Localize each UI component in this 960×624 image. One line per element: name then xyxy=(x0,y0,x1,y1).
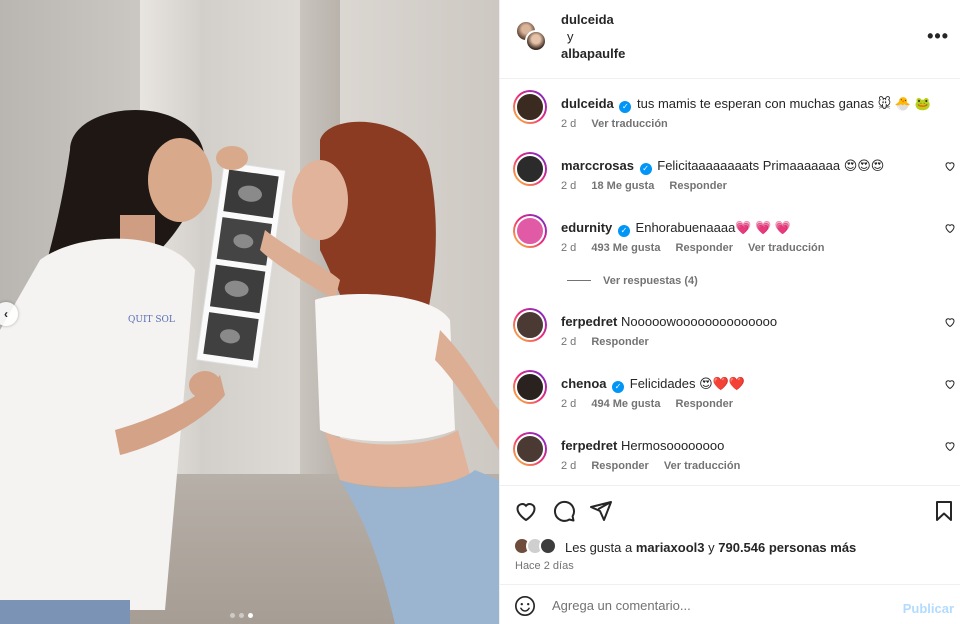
comment-text: Enhorabuenaaaa💗 💗 💗 xyxy=(635,220,792,235)
post-photo[interactable]: QUIT SOL ‹ xyxy=(0,0,499,624)
reply-button[interactable]: Responder xyxy=(591,336,648,348)
comment-item: edurnity ✓ Enhorabuenaaaa💗 💗 💗 2 d 493 M… xyxy=(500,204,960,264)
comment-likes-link[interactable]: 18 Me gusta xyxy=(591,180,654,192)
reply-button[interactable]: Responder xyxy=(676,242,733,254)
post-header: dulceida y albapaulfe ••• xyxy=(500,0,960,79)
bookmark-save-icon[interactable] xyxy=(932,499,956,523)
carousel-dot xyxy=(239,613,244,618)
avatar[interactable] xyxy=(513,432,547,466)
comment-username[interactable]: edurnity xyxy=(561,220,612,235)
comment-item: dulceida ✓ tus mamis te esperan con much… xyxy=(500,80,960,140)
like-comment-heart-icon[interactable] xyxy=(944,378,956,390)
liker-username-link[interactable]: mariaxool3 xyxy=(636,540,705,555)
see-translation-link[interactable]: Ver traducción xyxy=(748,242,824,254)
likes-connector: y xyxy=(708,539,715,555)
like-comment-heart-icon[interactable] xyxy=(944,440,956,452)
collab-avatars[interactable] xyxy=(513,20,549,56)
avatar[interactable] xyxy=(513,90,547,124)
see-translation-link[interactable]: Ver traducción xyxy=(591,118,667,130)
emoji-icon[interactable] xyxy=(514,595,536,617)
carousel-dots xyxy=(230,613,253,618)
author-username-link[interactable]: dulceida xyxy=(561,11,625,28)
comment-likes-link[interactable]: 494 Me gusta xyxy=(591,398,660,410)
comment-item: ferpedret Nooooowoooooooooooooo 2 d Resp… xyxy=(500,298,960,358)
comment-time: 2 d xyxy=(561,242,577,254)
avatar xyxy=(525,30,547,52)
comment-bubble-icon[interactable] xyxy=(552,499,576,523)
carousel-dot xyxy=(230,613,235,618)
comment-username[interactable]: marccrosas xyxy=(561,158,634,173)
avatar[interactable] xyxy=(513,370,547,404)
comment-text: Nooooowoooooooooooooo xyxy=(620,314,778,329)
like-comment-heart-icon[interactable] xyxy=(944,160,956,172)
comment-item: chenoa ✓ Felicidades 😍❤️❤️ 2 d 494 Me gu… xyxy=(500,360,960,420)
comment-item: marccrosas ✓ Felicitaaaaaaaats Primaaaaa… xyxy=(500,142,960,202)
verified-badge-icon: ✓ xyxy=(612,381,625,393)
collab-authors: dulceida y albapaulfe xyxy=(561,11,625,62)
author-conjunction: y xyxy=(567,29,574,44)
avatar xyxy=(539,537,557,555)
comment-time: 2 d xyxy=(561,398,577,410)
publish-button[interactable]: Publicar xyxy=(903,601,954,616)
post-side-panel: dulceida y albapaulfe ••• dulceida ✓ tus… xyxy=(499,0,960,624)
verified-badge-icon: ✓ xyxy=(617,225,630,237)
comments-list[interactable]: dulceida ✓ tus mamis te esperan con much… xyxy=(500,80,960,485)
author-username-link[interactable]: albapaulfe xyxy=(561,45,625,62)
reply-button[interactable]: Responder xyxy=(669,180,726,192)
avatar[interactable] xyxy=(513,152,547,186)
comment-item: ferpedret Hermosoooooooo 2 d Responder V… xyxy=(500,422,960,482)
post-actions: Les gusta a mariaxool3 y 790.546 persona… xyxy=(500,485,960,583)
comment-text: Felicidades 😍❤️❤️ xyxy=(629,376,746,391)
comment-text: Felicitaaaaaaaats Primaaaaaaa 😍😍😍 xyxy=(657,158,885,173)
comment-text: tus mamis te esperan con muchas ganas 🐭 … xyxy=(637,96,931,111)
add-comment-bar: Publicar xyxy=(500,584,960,624)
likes-summary: Les gusta a mariaxool3 y 790.546 persona… xyxy=(513,537,856,557)
like-heart-icon[interactable] xyxy=(514,499,538,523)
svg-text:QUIT SOL: QUIT SOL xyxy=(128,315,175,325)
like-comment-heart-icon[interactable] xyxy=(944,222,956,234)
avatar[interactable] xyxy=(513,308,547,342)
comment-username[interactable]: ferpedret xyxy=(561,314,617,329)
comment-likes-link[interactable]: 493 Me gusta xyxy=(591,242,660,254)
reply-button[interactable]: Responder xyxy=(591,460,648,472)
avatar[interactable] xyxy=(513,214,547,248)
view-replies-button[interactable]: Ver respuestas (4) xyxy=(567,275,698,287)
photo-illustration: QUIT SOL xyxy=(0,110,499,624)
more-options-icon[interactable]: ••• xyxy=(927,26,949,47)
view-replies-label: Ver respuestas (4) xyxy=(603,275,698,287)
comment-text: Hermosoooooooo xyxy=(620,438,725,453)
divider xyxy=(567,280,591,281)
verified-badge-icon: ✓ xyxy=(639,163,652,175)
comment-input[interactable] xyxy=(552,593,892,617)
comment-username[interactable]: ferpedret xyxy=(561,438,617,453)
likes-count-link[interactable]: 790.546 personas más xyxy=(718,540,856,555)
verified-badge-icon: ✓ xyxy=(619,101,632,113)
reply-button[interactable]: Responder xyxy=(676,398,733,410)
post-timestamp[interactable]: Hace 2 días xyxy=(515,560,574,572)
see-translation-link[interactable]: Ver traducción xyxy=(664,460,740,472)
carousel-dot-active xyxy=(248,613,253,618)
comment-time: 2 d xyxy=(561,460,577,472)
comment-time: 2 d xyxy=(561,118,577,130)
comment-time: 2 d xyxy=(561,336,577,348)
likes-prefix: Les gusta a xyxy=(565,539,633,555)
comment-time: 2 d xyxy=(561,180,577,192)
liker-avatars xyxy=(513,537,561,557)
share-send-icon[interactable] xyxy=(589,499,613,523)
comment-username[interactable]: dulceida xyxy=(561,96,614,111)
like-comment-heart-icon[interactable] xyxy=(944,316,956,328)
comment-username[interactable]: chenoa xyxy=(561,376,607,391)
